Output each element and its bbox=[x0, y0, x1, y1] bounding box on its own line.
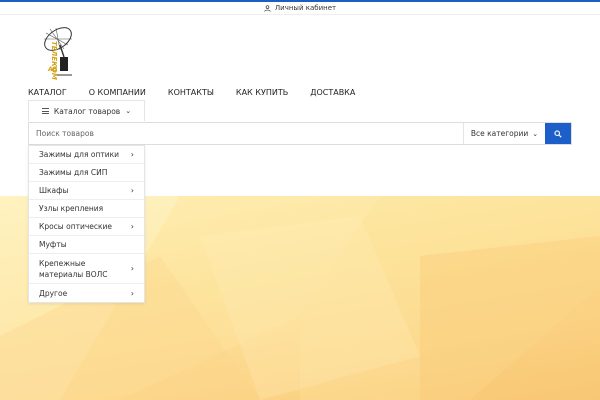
menu-item-sip-clamps[interactable]: Зажимы для СИП bbox=[29, 164, 144, 182]
main-nav: КАТАЛОГ О КОМПАНИИ КОНТАКТЫ КАК КУПИТЬ Д… bbox=[28, 88, 377, 97]
menu-item-label: Зажимы для СИП bbox=[39, 168, 108, 177]
satellite-dish-icon bbox=[44, 27, 72, 76]
logo-text-telecom: ТЕЛЕКОМ bbox=[50, 41, 58, 80]
chevron-right-icon: › bbox=[130, 150, 134, 159]
menu-item-fastening-materials[interactable]: Крепежные материалы ВОЛС › bbox=[29, 254, 144, 284]
nav-item-catalog[interactable]: КАТАЛОГ bbox=[28, 88, 67, 97]
chevron-down-icon: ⌄ bbox=[125, 107, 132, 115]
nav-item-about[interactable]: О КОМПАНИИ bbox=[89, 88, 146, 97]
category-select-label: Все категории bbox=[470, 129, 529, 138]
menu-item-label: Узлы крепления bbox=[39, 204, 104, 213]
search-input[interactable] bbox=[29, 123, 463, 144]
menu-item-optic-clamps[interactable]: Зажимы для оптики › bbox=[29, 146, 144, 164]
menu-icon bbox=[41, 108, 49, 114]
menu-item-cabinets[interactable]: Шкафы › bbox=[29, 182, 144, 200]
menu-item-label: Крепежные материалы ВОЛС bbox=[39, 258, 108, 279]
menu-item-label: Зажимы для оптики bbox=[39, 150, 120, 159]
search-button[interactable] bbox=[545, 123, 571, 144]
menu-item-label: Другое bbox=[39, 288, 68, 298]
logo[interactable]: АВ ТЕЛЕКОМ bbox=[36, 25, 86, 81]
user-icon bbox=[264, 4, 271, 12]
menu-item-label: Муфты bbox=[39, 240, 67, 249]
search-icon bbox=[554, 129, 562, 138]
chevron-down-icon: ⌄ bbox=[532, 129, 539, 138]
menu-item-mounting-units[interactable]: Узлы крепления bbox=[29, 200, 144, 218]
catalog-button[interactable]: Каталог товаров ⌄ bbox=[28, 100, 145, 121]
catalog-button-label: Каталог товаров bbox=[53, 106, 121, 116]
account-link[interactable]: Личный кабинет bbox=[264, 4, 336, 12]
menu-item-optical-cross[interactable]: Кросы оптические › bbox=[29, 218, 144, 236]
nav-item-delivery[interactable]: ДОСТАВКА bbox=[310, 88, 355, 97]
chevron-right-icon: › bbox=[130, 288, 134, 298]
catalog-dropdown: Зажимы для оптики › Зажимы для СИП Шкафы… bbox=[28, 145, 145, 303]
nav-item-how-to-buy[interactable]: КАК КУПИТЬ bbox=[236, 88, 288, 97]
chevron-right-icon: › bbox=[130, 264, 134, 273]
search-bar: Все категории ⌄ bbox=[28, 122, 572, 145]
menu-item-other[interactable]: Другое › bbox=[29, 284, 144, 302]
nav-item-contacts[interactable]: КОНТАКТЫ bbox=[168, 88, 214, 97]
chevron-right-icon: › bbox=[130, 222, 134, 231]
chevron-right-icon: › bbox=[130, 186, 134, 195]
top-bar: Личный кабинет bbox=[0, 0, 600, 15]
menu-item-label: Кросы оптические bbox=[39, 222, 113, 231]
menu-item-couplings[interactable]: Муфты bbox=[29, 236, 144, 254]
menu-item-label: Шкафы bbox=[39, 186, 69, 195]
category-select[interactable]: Все категории ⌄ bbox=[463, 123, 545, 144]
account-label: Личный кабинет bbox=[274, 4, 337, 12]
